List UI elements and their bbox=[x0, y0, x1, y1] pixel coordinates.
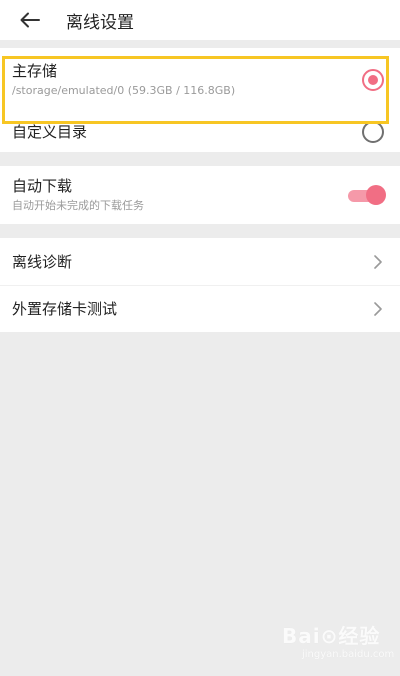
watermark-text: Bai⊙经验 bbox=[282, 624, 381, 648]
custom-directory-option[interactable]: 自定义目录 bbox=[0, 112, 400, 152]
main-storage-radio[interactable] bbox=[362, 69, 384, 91]
divider bbox=[0, 152, 400, 166]
back-button[interactable] bbox=[10, 0, 50, 40]
main-storage-option[interactable]: 主存储 /storage/emulated/0 (59.3GB / 116.8G… bbox=[0, 48, 400, 112]
auto-download-description: 自动开始未完成的下载任务 bbox=[12, 199, 144, 212]
auto-download-label: 自动下载 bbox=[12, 177, 73, 195]
radio-selected-dot bbox=[368, 75, 378, 85]
menu-item-sdcard-test[interactable]: 外置存储卡测试 bbox=[0, 286, 400, 332]
menu-item-offline-diagnosis[interactable]: 离线诊断 bbox=[0, 238, 400, 286]
app-header: 离线设置 bbox=[0, 0, 400, 40]
chevron-right-icon bbox=[374, 302, 382, 316]
custom-directory-label: 自定义目录 bbox=[12, 123, 88, 141]
arrow-left-icon bbox=[20, 12, 40, 28]
divider bbox=[0, 40, 400, 48]
divider bbox=[0, 224, 400, 238]
page-title: 离线设置 bbox=[66, 12, 134, 33]
auto-download-row[interactable]: 自动下载 自动开始未完成的下载任务 bbox=[0, 166, 400, 224]
watermark: Bai⊙经验 jingyan.baidu.com bbox=[282, 620, 394, 660]
menu-section: 离线诊断 外置存储卡测试 bbox=[0, 238, 400, 332]
custom-directory-radio[interactable] bbox=[362, 121, 384, 143]
auto-download-section: 自动下载 自动开始未完成的下载任务 bbox=[0, 166, 400, 224]
watermark-sub: jingyan.baidu.com bbox=[302, 649, 395, 660]
main-storage-label: 主存储 bbox=[12, 62, 58, 80]
storage-section: 主存储 /storage/emulated/0 (59.3GB / 116.8G… bbox=[0, 48, 400, 152]
menu-item-label: 离线诊断 bbox=[12, 252, 73, 271]
auto-download-toggle[interactable] bbox=[348, 184, 386, 206]
main-storage-path: /storage/emulated/0 (59.3GB / 116.8GB) bbox=[12, 84, 236, 97]
chevron-right-icon bbox=[374, 254, 382, 269]
menu-item-label: 外置存储卡测试 bbox=[12, 300, 118, 318]
toggle-thumb bbox=[366, 185, 386, 205]
app-root: 离线设置 主存储 /storage/emulated/0 (59.3GB / 1… bbox=[0, 0, 400, 676]
